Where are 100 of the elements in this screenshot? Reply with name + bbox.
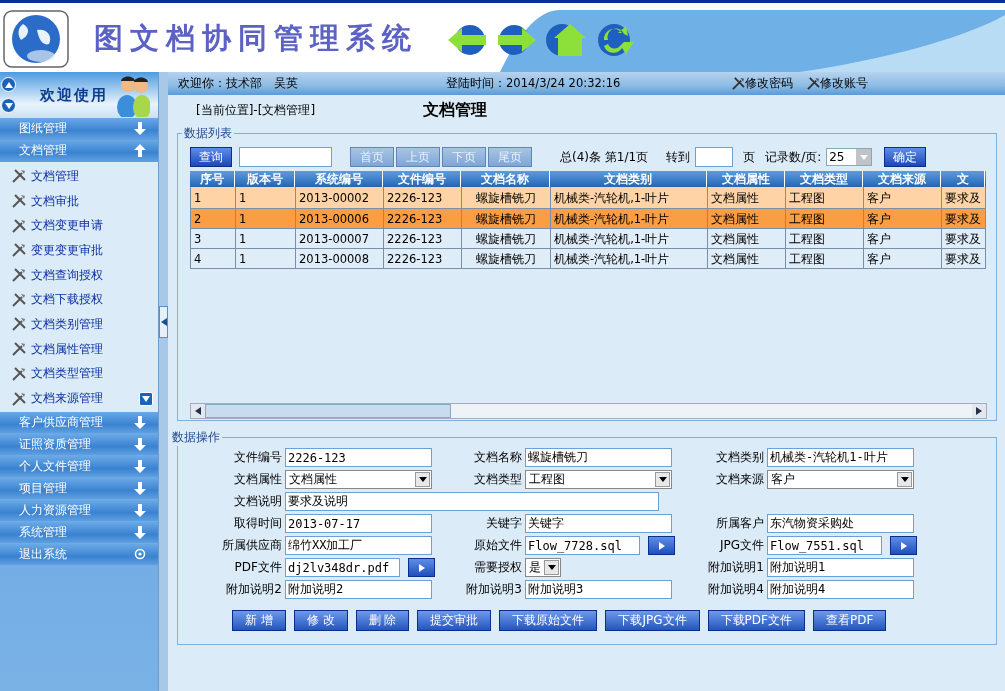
- menu-item[interactable]: 文档来源管理: [31, 390, 103, 408]
- tools-icon: [12, 292, 26, 307]
- browse-button[interactable]: [408, 558, 435, 577]
- table-row[interactable]: 3 1 2013-00007 2226-123 螺旋槽铣刀 机械类-汽轮机,1-叶片 文档属性 工程图 客户 要求及: [190, 229, 986, 249]
- table-cell: 螺旋槽铣刀: [462, 187, 551, 208]
- input-field[interactable]: 附加说明2: [285, 580, 432, 599]
- input-field[interactable]: 东汽物资采购处: [767, 514, 914, 533]
- table-row[interactable]: 4 1 2013-00008 2226-123 螺旋槽铣刀 机械类-汽轮机,1-叶片 文档属性 工程图 客户 要求及: [190, 249, 986, 269]
- table-cell: 客户: [864, 249, 942, 268]
- select-field[interactable]: 是: [525, 558, 561, 577]
- power-icon: [134, 548, 146, 561]
- collapse-handle[interactable]: [159, 305, 168, 338]
- input-field[interactable]: 附加说明1: [767, 558, 914, 577]
- table-row[interactable]: 1 1 2013-00002 2226-123 螺旋槽铣刀 机械类-汽轮机,1-叶片 文档属性 工程图 客户 要求及: [190, 187, 986, 209]
- menu-group[interactable]: 证照资质管理: [0, 433, 158, 455]
- action-button[interactable]: 查看PDF: [812, 610, 887, 631]
- dropdown-arrow-icon: [547, 565, 556, 570]
- menu-item[interactable]: 文档审批: [31, 192, 79, 210]
- field-label: JPG文件: [718, 537, 764, 554]
- scroll-up-button[interactable]: [1, 77, 16, 92]
- action-button[interactable]: 新 增: [232, 610, 286, 631]
- horizontal-scrollbar[interactable]: [190, 403, 987, 419]
- menu-item[interactable]: 文档变更申请: [31, 217, 103, 235]
- table-cell: 工程图: [786, 187, 864, 208]
- table-cell: 3: [191, 229, 236, 248]
- menu-item[interactable]: 文档下载授权: [31, 291, 103, 309]
- panel-legend: 数据列表: [182, 125, 234, 142]
- menu-group[interactable]: 退出系统: [0, 543, 158, 565]
- field-label: 文档名称: [473, 449, 522, 466]
- input-field[interactable]: 关键字: [525, 514, 672, 533]
- search-field[interactable]: [239, 147, 332, 167]
- table-cell: 客户: [864, 187, 942, 208]
- browse-button[interactable]: [890, 536, 917, 555]
- input-field[interactable]: 附加说明4: [767, 580, 914, 599]
- table-cell: 机械类-汽轮机,1-叶片: [551, 187, 708, 208]
- field-label: 所属供应商: [221, 537, 282, 554]
- input-field[interactable]: 2013-07-17: [285, 514, 432, 533]
- menu-group[interactable]: 文档管理: [0, 140, 158, 161]
- dropdown-arrow-icon: [658, 477, 667, 482]
- right-triangle-icon: [418, 563, 425, 572]
- menu-group[interactable]: 客户供应商管理: [0, 411, 158, 433]
- table-cell: 工程图: [786, 249, 864, 268]
- input-field[interactable]: 2226-123: [285, 448, 432, 467]
- field-label: 附加说明2: [225, 581, 282, 598]
- table-cell: 2226-123: [384, 229, 462, 248]
- scroll-down-button[interactable]: [1, 98, 16, 113]
- banner-text: 欢迎使用: [40, 85, 108, 105]
- scroll-down-button[interactable]: [139, 391, 153, 406]
- input-field[interactable]: 要求及说明: [285, 492, 659, 511]
- query-button[interactable]: 查询: [190, 147, 232, 167]
- department-text: 技术部: [226, 76, 262, 91]
- page-number-field[interactable]: [695, 147, 734, 167]
- menu-group[interactable]: 系统管理: [0, 521, 158, 543]
- per-page-select[interactable]: 25: [826, 148, 873, 166]
- menu-item[interactable]: 文档查询授权: [31, 266, 103, 284]
- action-button[interactable]: 修 改: [293, 610, 348, 631]
- table-cell: 机械类-汽轮机,1-叶片: [551, 249, 708, 268]
- file-field[interactable]: Flow_7728.sql: [525, 536, 640, 555]
- header-link[interactable]: 修改密码: [745, 76, 794, 91]
- action-button[interactable]: 删 除: [355, 610, 410, 631]
- menu-item[interactable]: 变更变更审批: [31, 241, 103, 259]
- file-field[interactable]: Flow_7551.sql: [767, 536, 882, 555]
- menu-item[interactable]: 文档类别管理: [31, 315, 103, 333]
- input-field[interactable]: 绵竹XX加工厂: [285, 536, 432, 555]
- input-field[interactable]: 机械类-汽轮机1-叶片: [767, 448, 914, 467]
- table-cell: 要求及: [942, 229, 986, 248]
- breadcrumb: [当前位置]-[文档管理]: [196, 101, 316, 119]
- action-button[interactable]: 下载JPG文件: [605, 610, 700, 631]
- per-page-label: 记录数/页:: [765, 148, 822, 166]
- menu-group[interactable]: 人力资源管理: [0, 499, 158, 521]
- field-label: 文档来源: [715, 471, 764, 488]
- table-cell: 螺旋槽铣刀: [462, 229, 551, 248]
- table-cell: 2013-00002: [296, 187, 384, 208]
- down-arrow-icon: [134, 481, 146, 495]
- confirm-button[interactable]: 确定: [884, 147, 927, 167]
- select-field[interactable]: 工程图: [525, 470, 672, 489]
- action-button[interactable]: 下载原始文件: [499, 610, 598, 631]
- select-field[interactable]: 文档属性: [285, 470, 432, 489]
- table-cell: 1: [236, 229, 296, 248]
- tools-icon: [12, 366, 26, 381]
- browse-button[interactable]: [648, 536, 675, 555]
- input-field[interactable]: 附加说明3: [525, 580, 672, 599]
- input-field[interactable]: 螺旋槽铣刀: [525, 448, 672, 467]
- tools-icon: [12, 169, 26, 184]
- table-cell: 4: [191, 249, 236, 268]
- menu-item[interactable]: 文档类型管理: [31, 365, 103, 383]
- menu-item[interactable]: 文档属性管理: [31, 340, 103, 358]
- menu-group[interactable]: 图纸管理: [0, 118, 158, 139]
- menu-item[interactable]: 文档管理: [31, 167, 79, 185]
- tools-icon: [12, 342, 26, 357]
- table-cell: 文档属性: [708, 209, 786, 228]
- table-cell: 2013-00006: [296, 209, 384, 228]
- header-link[interactable]: 修改账号: [820, 76, 869, 91]
- file-field[interactable]: dj2lv348dr.pdf: [285, 558, 400, 577]
- field-label: 所属客户: [715, 515, 764, 532]
- action-button[interactable]: 下载PDF文件: [707, 610, 805, 631]
- down-arrow-icon: [134, 437, 146, 451]
- select-field[interactable]: 客户: [767, 470, 914, 489]
- table-row[interactable]: 2 1 2013-00006 2226-123 螺旋槽铣刀 机械类-汽轮机,1-叶片 文档属性 工程图 客户 要求及: [190, 209, 986, 229]
- action-button[interactable]: 提交审批: [417, 610, 492, 631]
